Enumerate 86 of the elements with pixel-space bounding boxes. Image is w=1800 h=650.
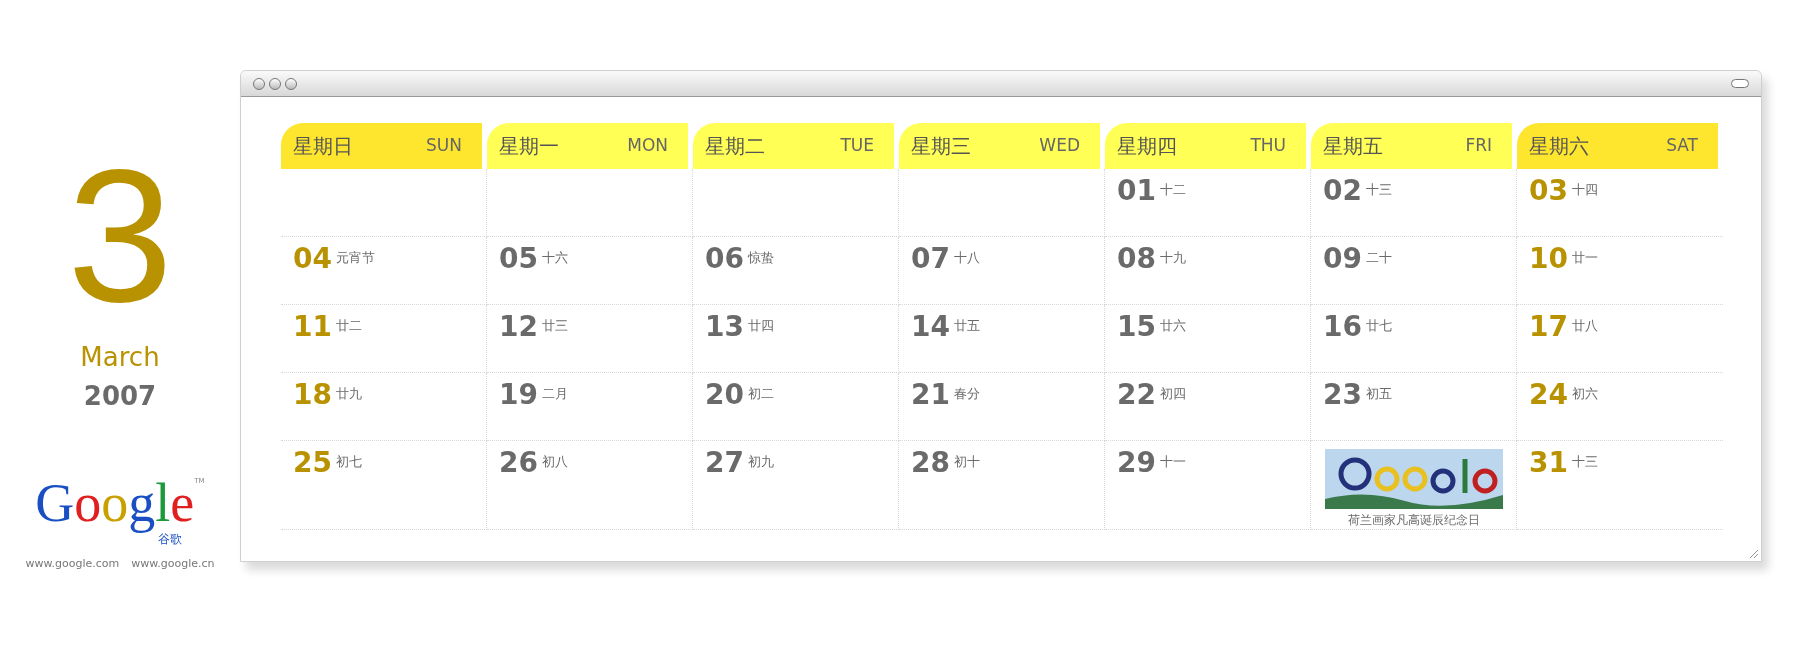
year: 2007 — [83, 380, 157, 413]
lunar-date: 二十 — [1365, 249, 1392, 267]
date-number: 26 — [499, 449, 538, 477]
website-link[interactable]: www.google.cn — [131, 556, 215, 573]
weekday-english: MON — [627, 134, 668, 158]
window-control-icon[interactable] — [253, 77, 265, 90]
weekday-english: SUN — [426, 134, 462, 158]
weekday-chinese: 星期一 — [499, 133, 559, 160]
date-number: 21 — [911, 381, 950, 409]
lunar-date: 十三 — [1571, 453, 1598, 471]
date-number: 02 — [1323, 177, 1362, 205]
date-number: 25 — [293, 449, 332, 477]
lunar-date: 初七 — [335, 453, 362, 471]
weekday-english: TUE — [840, 134, 874, 158]
date-number: 01 — [1117, 177, 1156, 205]
lunar-date: 惊蛰 — [747, 249, 774, 267]
date-number: 06 — [705, 245, 744, 273]
logo-subtitle: 谷歌 — [158, 531, 182, 548]
weekday-chinese: 星期六 — [1529, 133, 1589, 160]
lunar-date: 十二 — [1159, 181, 1186, 199]
lunar-date: 二月 — [541, 385, 568, 403]
lunar-date: 廿五 — [953, 317, 980, 335]
lunar-date: 初六 — [1571, 385, 1598, 403]
lunar-date: 廿六 — [1159, 317, 1186, 335]
date-number: 17 — [1529, 313, 1568, 341]
lunar-date: 廿七 — [1365, 317, 1392, 335]
weekday-chinese: 星期三 — [911, 133, 971, 160]
date-number: 14 — [911, 313, 950, 341]
date-number: 18 — [293, 381, 332, 409]
date-number: 22 — [1117, 381, 1156, 409]
weekday-chinese: 星期二 — [705, 133, 765, 160]
window-control-icon[interactable] — [285, 77, 297, 90]
lunar-date: 十三 — [1365, 181, 1392, 199]
weekday-english: WED — [1039, 134, 1080, 158]
date-number: 23 — [1323, 381, 1362, 409]
date-number: 24 — [1529, 381, 1568, 409]
lunar-date: 元宵节 — [335, 249, 375, 267]
lunar-date: 廿九 — [335, 385, 362, 403]
weekday-chinese: 星期四 — [1117, 133, 1177, 160]
lunar-date: 廿二 — [335, 317, 362, 335]
lunar-date: 初十 — [953, 453, 980, 471]
lunar-date: 十四 — [1571, 181, 1598, 199]
date-number: 13 — [705, 313, 744, 341]
date-number: 27 — [705, 449, 744, 477]
lunar-date: 初五 — [1365, 385, 1392, 403]
date-number: 19 — [499, 381, 538, 409]
lunar-date: 廿一 — [1571, 249, 1598, 267]
month-name: March — [80, 341, 160, 374]
weekday-english: FRI — [1465, 134, 1492, 158]
date-number: 05 — [499, 245, 538, 273]
lunar-date: 初二 — [747, 385, 774, 403]
date-number: 11 — [293, 313, 332, 341]
lunar-date: 初四 — [1159, 385, 1186, 403]
lunar-date: 廿三 — [541, 317, 568, 335]
lunar-date: 初八 — [541, 453, 568, 471]
weekday-chinese: 星期日 — [293, 133, 353, 160]
date-number: 10 — [1529, 245, 1568, 273]
date-number: 12 — [499, 313, 538, 341]
date-number: 16 — [1323, 313, 1362, 341]
lunar-date: 十九 — [1159, 249, 1186, 267]
weekday-english: THU — [1250, 134, 1286, 158]
doodle-caption: 荷兰画家凡高诞辰纪念日 — [1347, 512, 1480, 529]
resize-grip-icon[interactable] — [1749, 549, 1759, 559]
lunar-date: 春分 — [953, 385, 980, 403]
window-control-icon[interactable] — [269, 77, 281, 90]
weekday-chinese: 星期五 — [1323, 133, 1383, 160]
lunar-date: 初九 — [747, 453, 774, 471]
date-number: 29 — [1117, 449, 1156, 477]
lunar-date: 十六 — [541, 249, 568, 267]
date-number: 28 — [911, 449, 950, 477]
date-number: 31 — [1529, 449, 1568, 477]
date-number: 08 — [1117, 245, 1156, 273]
lunar-date: 十八 — [953, 249, 980, 267]
date-number: 20 — [705, 381, 744, 409]
date-number: 04 — [293, 245, 332, 273]
date-number: 07 — [911, 245, 950, 273]
weekday-english: SAT — [1666, 134, 1698, 158]
date-number: 09 — [1323, 245, 1362, 273]
toolbar-toggle-icon[interactable] — [1731, 79, 1749, 88]
website-link[interactable]: www.google.com — [25, 556, 120, 573]
month-number: 3 — [67, 140, 173, 330]
date-number: 03 — [1529, 177, 1568, 205]
lunar-date: 廿四 — [747, 317, 774, 335]
lunar-date: 十一 — [1159, 453, 1186, 471]
date-number: 15 — [1117, 313, 1156, 341]
lunar-date: 廿八 — [1571, 317, 1598, 335]
